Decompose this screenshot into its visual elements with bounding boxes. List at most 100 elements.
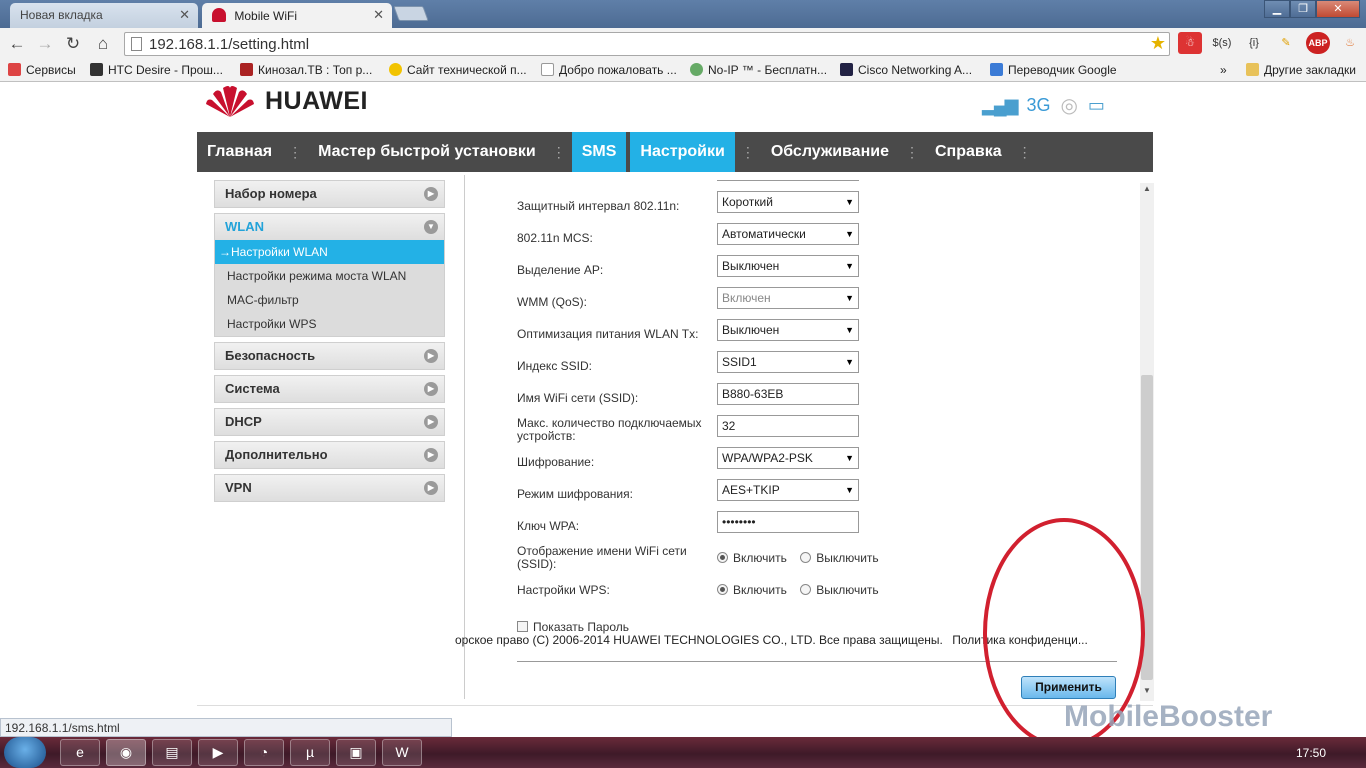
- back-icon[interactable]: ←: [6, 33, 28, 55]
- status-bar-url: 192.168.1.1/sms.html: [0, 718, 452, 737]
- sidebar-item-advanced[interactable]: Дополнительно ▶: [215, 442, 444, 468]
- sidebar-item-dial[interactable]: Набор номера ▶: [215, 181, 444, 207]
- sidebar-item-mac-filter[interactable]: MAC-фильтр: [215, 288, 444, 312]
- sidebar-item-wlan-settings[interactable]: →Настройки WLAN: [215, 240, 444, 264]
- guard-interval-select[interactable]: Короткий ▼: [717, 191, 859, 213]
- nav-quick-setup[interactable]: Мастер быстрой установки: [308, 132, 546, 172]
- encryption-mode-select[interactable]: AES+TKIP ▼: [717, 479, 859, 501]
- ssid-index-select[interactable]: SSID1 ▼: [717, 351, 859, 373]
- bookmark-noip[interactable]: No-IP ™ - Бесплатн...: [690, 63, 827, 77]
- dropdown-arrow-icon: ▼: [845, 325, 854, 335]
- ssid-broadcast-radios: Включить Выключить: [717, 551, 879, 565]
- nav-separator: ⋮: [1017, 144, 1032, 160]
- htc-icon: [90, 63, 103, 76]
- sidebar-group-advanced: Дополнительно ▶: [214, 441, 445, 469]
- mcs-select[interactable]: Автоматически ▼: [717, 223, 859, 245]
- expand-arrow-icon: ▶: [424, 382, 438, 396]
- nav-home[interactable]: Главная: [197, 132, 282, 172]
- wps-on-radio[interactable]: Включить: [717, 583, 787, 597]
- nav-settings[interactable]: Настройки: [630, 132, 735, 172]
- url-input[interactable]: [149, 35, 1129, 53]
- ssid-name-input[interactable]: [717, 383, 859, 405]
- currency-extension-icon[interactable]: $(s): [1210, 32, 1234, 54]
- sidebar-item-security[interactable]: Безопасность ▶: [215, 343, 444, 369]
- sidebar-item-wlan-bridge[interactable]: Настройки режима моста WLAN: [215, 264, 444, 288]
- json-extension-icon[interactable]: {i}: [1242, 32, 1266, 54]
- pencil-extension-icon[interactable]: ✎: [1274, 32, 1298, 54]
- bookmark-star-icon[interactable]: ★: [1150, 33, 1166, 54]
- wps-off-radio[interactable]: Выключить: [800, 583, 879, 597]
- close-tab-icon[interactable]: ✕: [373, 7, 384, 23]
- home-icon[interactable]: ⌂: [92, 33, 114, 55]
- minimize-button[interactable]: ▁: [1264, 0, 1290, 18]
- wpa-key-input[interactable]: [717, 511, 859, 533]
- more-bookmarks-chevron-icon[interactable]: »: [1220, 63, 1227, 77]
- extensions: ☃ $(s) {i} ✎ ABP ♨ ≡: [1178, 32, 1366, 54]
- scroll-down-arrow-icon[interactable]: ▼: [1141, 686, 1153, 698]
- utorrent-taskbar-icon[interactable]: µ: [290, 739, 330, 766]
- sidebar-item-vpn[interactable]: VPN ▶: [215, 475, 444, 501]
- address-bar[interactable]: ★: [124, 32, 1170, 56]
- device-status: ▂▄▆ 3G ◎ ▭: [982, 93, 1105, 118]
- field-label: Ключ WPA:: [517, 519, 580, 533]
- nav-separator: ⋮: [740, 144, 755, 160]
- ie-taskbar-icon[interactable]: e: [60, 739, 100, 766]
- santa-extension-icon[interactable]: ☃: [1178, 32, 1202, 54]
- bookmark-kinozal[interactable]: Кинозал.ТВ : Топ р...: [240, 63, 372, 77]
- firefox-taskbar-icon[interactable]: ◔: [244, 739, 284, 766]
- bookmark-cisco[interactable]: Cisco Networking A...: [840, 63, 972, 77]
- scroll-up-arrow-icon[interactable]: ▲: [1141, 184, 1153, 196]
- ssid-broadcast-off-radio[interactable]: Выключить: [800, 551, 879, 565]
- sidebar-item-system[interactable]: Система ▶: [215, 376, 444, 402]
- huawei-petal-icon: [206, 86, 254, 117]
- bookmark-services[interactable]: Сервисы: [8, 63, 76, 77]
- sidebar-item-wlan[interactable]: WLAN ▼: [215, 214, 444, 240]
- chrome-taskbar-icon[interactable]: ◉: [106, 739, 146, 766]
- field-label: Макс. количество подключаемых устройств:: [517, 416, 702, 443]
- nav-help[interactable]: Справка: [925, 132, 1012, 172]
- explorer-taskbar-icon[interactable]: ▤: [152, 739, 192, 766]
- adblock-plus-icon[interactable]: ABP: [1306, 32, 1330, 54]
- dropdown-arrow-icon: ▼: [845, 229, 854, 239]
- field-label: Выделение AP:: [517, 263, 604, 277]
- tab-mobile-wifi[interactable]: Mobile WiFi ✕: [202, 3, 392, 28]
- reload-icon[interactable]: ↻: [62, 33, 84, 55]
- window-controls: ▁ ❐ ✕: [1264, 0, 1360, 18]
- bookmark-htc[interactable]: HTC Desire - Прош...: [90, 63, 223, 77]
- maximize-button[interactable]: ❐: [1290, 0, 1316, 18]
- tab-label: Новая вкладка: [20, 8, 103, 22]
- start-button-icon[interactable]: [4, 737, 46, 768]
- field-label: Настройки WPS:: [517, 583, 610, 597]
- new-tab-button[interactable]: [393, 6, 429, 21]
- bookmark-translate[interactable]: Переводчик Google: [990, 63, 1117, 77]
- ap-isolation-select[interactable]: Выключен ▼: [717, 255, 859, 277]
- folder-icon: [1246, 63, 1259, 76]
- word-taskbar-icon[interactable]: W: [382, 739, 422, 766]
- show-password-checkbox[interactable]: Показать Пароль: [517, 620, 629, 634]
- network-app-taskbar-icon[interactable]: ▣: [336, 739, 376, 766]
- sidebar-item-dhcp[interactable]: DHCP ▶: [215, 409, 444, 435]
- translate-icon: [990, 63, 1003, 76]
- flame-extension-icon[interactable]: ♨: [1338, 32, 1362, 54]
- ssid-broadcast-on-radio[interactable]: Включить: [717, 551, 787, 565]
- row-encryption: Шифрование: WPA/WPA2-PSK ▼: [517, 447, 1117, 479]
- tx-power-select[interactable]: Выключен ▼: [717, 319, 859, 341]
- taskbar-clock[interactable]: 17:50: [1296, 746, 1326, 760]
- tab-new[interactable]: Новая вкладка ✕: [10, 3, 198, 28]
- row-guard-interval: Защитный интервал 802.11n: Короткий ▼: [517, 191, 1117, 223]
- max-devices-input[interactable]: [717, 415, 859, 437]
- nav-sms[interactable]: SMS: [571, 132, 627, 172]
- sidebar-group-dhcp: DHCP ▶: [214, 408, 445, 436]
- close-tab-icon[interactable]: ✕: [179, 7, 190, 23]
- forward-icon[interactable]: →: [34, 33, 56, 55]
- expand-arrow-icon: ▶: [424, 187, 438, 201]
- media-player-taskbar-icon[interactable]: ▶: [198, 739, 238, 766]
- bookmark-welcome[interactable]: Добро пожаловать ...: [541, 63, 677, 77]
- other-bookmarks[interactable]: Другие закладки: [1246, 63, 1356, 77]
- close-window-button[interactable]: ✕: [1316, 0, 1360, 18]
- encryption-select[interactable]: WPA/WPA2-PSK ▼: [717, 447, 859, 469]
- sidebar-item-wps[interactable]: Настройки WPS: [215, 312, 444, 336]
- nav-maintenance[interactable]: Обслуживание: [761, 132, 899, 172]
- beeline-icon: [389, 63, 402, 76]
- bookmark-beeline[interactable]: Сайт технической п...: [389, 63, 527, 77]
